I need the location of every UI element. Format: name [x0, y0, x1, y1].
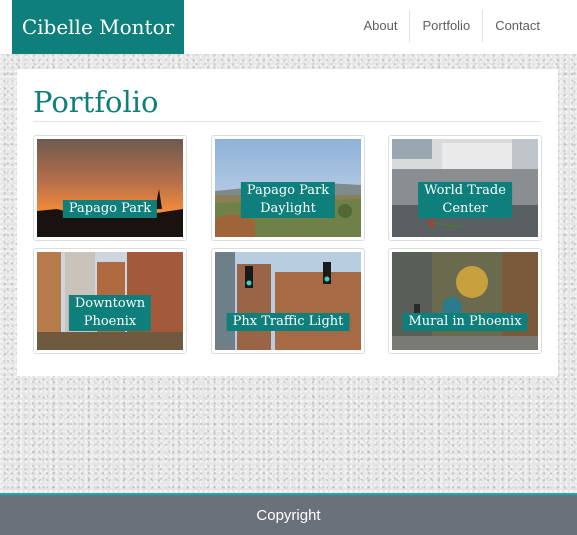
nav-contact[interactable]: Contact	[482, 10, 552, 42]
caption-line: Center	[442, 201, 488, 216]
caption-papago-park: Papago Park	[62, 200, 158, 218]
traffic-light-photo	[215, 252, 361, 350]
gallery-item-world-trade-center[interactable]: World Trade Center	[388, 135, 542, 241]
sunset-desert-photo	[37, 139, 183, 237]
site-logo[interactable]: Cibelle Montor	[12, 0, 184, 54]
main-nav: About Portfolio Contact	[352, 10, 553, 42]
caption-line: World Trade	[424, 183, 506, 198]
site-header: Cibelle Montor About Portfolio Contact	[0, 0, 577, 54]
site-footer: Copyright	[0, 493, 577, 535]
caption-world-trade-center: World Trade Center	[418, 182, 512, 218]
caption-line: Downtown	[74, 296, 146, 311]
portfolio-panel: Portfolio Papago Park Papago Park Daylig…	[17, 69, 558, 376]
gallery-item-mural-phoenix[interactable]: Mural in Phoenix	[388, 248, 542, 354]
gallery-item-phx-traffic-light[interactable]: Phx Traffic Light	[211, 248, 365, 354]
caption-line: Papago Park	[246, 183, 330, 198]
gallery-item-papago-park[interactable]: Papago Park	[33, 135, 187, 241]
nav-portfolio[interactable]: Portfolio	[409, 10, 482, 42]
title-divider	[33, 121, 542, 122]
caption-downtown-phoenix: Downtown Phoenix	[68, 295, 152, 331]
caption-line: Daylight	[260, 201, 316, 216]
gallery-item-downtown-phoenix[interactable]: Downtown Phoenix	[33, 248, 187, 354]
caption-line: Phoenix	[83, 314, 137, 329]
caption-mural-phoenix: Mural in Phoenix	[402, 313, 528, 331]
street-mural-photo	[392, 252, 538, 350]
gallery-item-papago-daylight[interactable]: Papago Park Daylight	[211, 135, 365, 241]
caption-papago-daylight: Papago Park Daylight	[240, 182, 336, 218]
copyright-text: Copyright	[256, 506, 321, 524]
nav-about[interactable]: About	[352, 10, 410, 42]
caption-phx-traffic-light: Phx Traffic Light	[226, 313, 350, 331]
page-title: Portfolio	[33, 85, 159, 119]
